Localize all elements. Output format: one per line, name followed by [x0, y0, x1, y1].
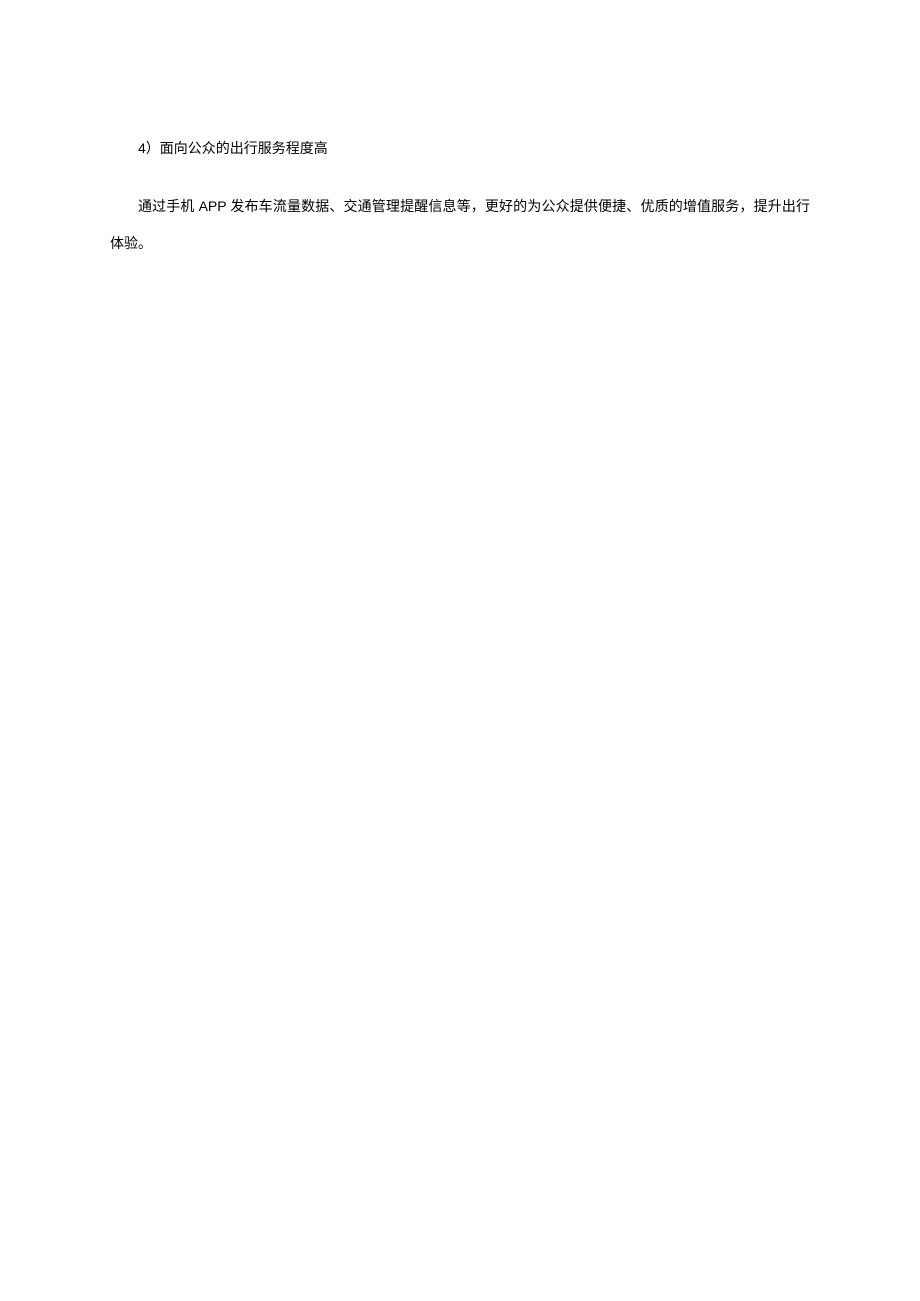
body-paragraph: 通过手机 APP 发布车流量数据、交通管理提醒信息等，更好的为公众提供便捷、优质… [110, 188, 810, 261]
section-heading-4: 4）面向公众的出行服务程度高 [110, 130, 810, 166]
